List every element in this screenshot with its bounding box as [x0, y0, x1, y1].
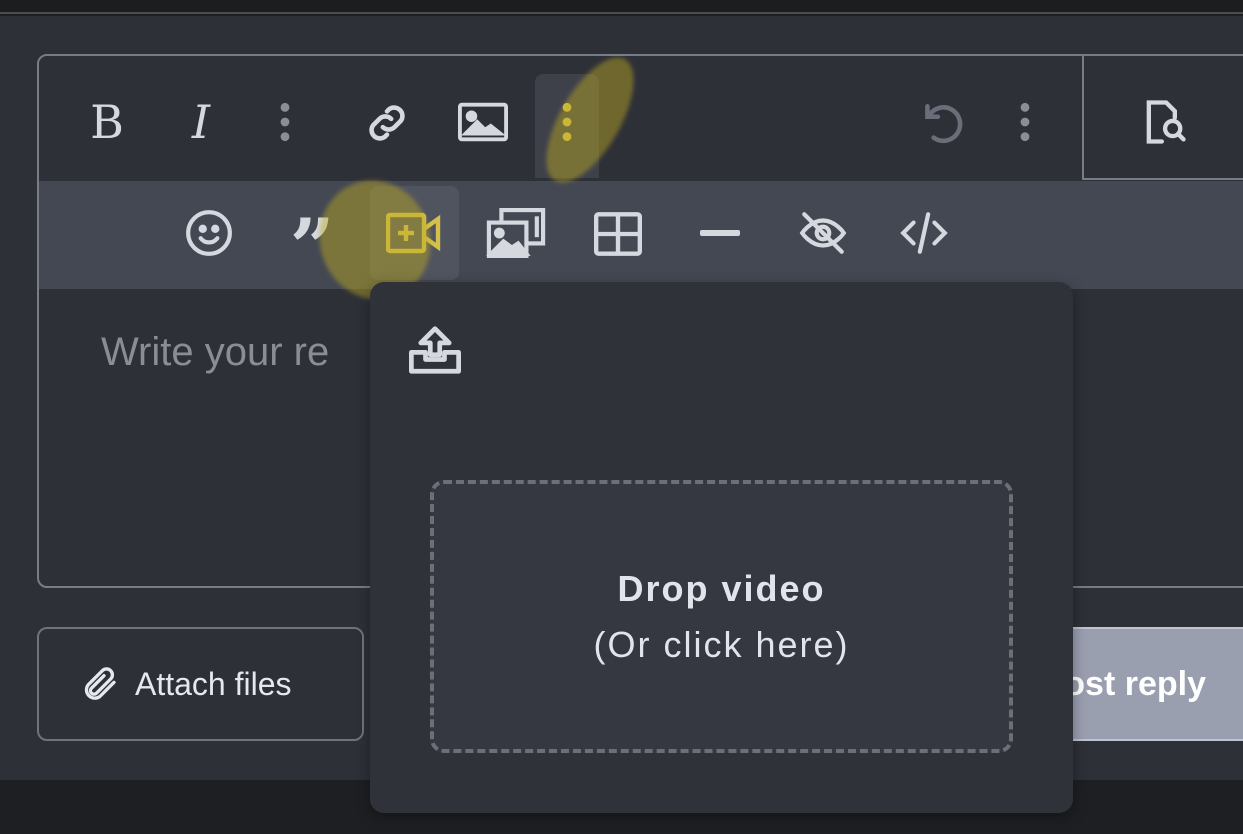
upload-icon[interactable]	[406, 324, 464, 376]
file-search-icon[interactable]	[1136, 96, 1192, 148]
drop-subtitle: (Or click here)	[593, 623, 850, 665]
more-vertical-icon[interactable]	[270, 100, 300, 144]
italic-icon[interactable]: I	[182, 95, 220, 149]
link-icon[interactable]	[362, 98, 412, 148]
attach-files-button[interactable]: Attach files	[37, 627, 364, 741]
horizontal-rule-icon[interactable]	[700, 230, 740, 236]
top-bar	[0, 0, 1243, 14]
video-drop-zone[interactable]: Drop video (Or click here)	[430, 480, 1013, 753]
gallery-icon[interactable]	[486, 208, 546, 258]
image-icon[interactable]	[458, 102, 508, 142]
reply-textarea[interactable]: Write your re	[101, 330, 329, 375]
table-icon[interactable]	[594, 212, 642, 256]
paperclip-icon	[79, 662, 119, 706]
emoji-icon[interactable]	[184, 208, 234, 258]
bold-icon[interactable]: B	[86, 95, 128, 149]
eye-off-icon[interactable]	[794, 208, 852, 258]
video-upload-popup: Drop video (Or click here)	[370, 282, 1073, 813]
drop-title: Drop video	[617, 567, 826, 609]
attach-files-label: Attach files	[135, 665, 292, 702]
code-icon[interactable]	[896, 208, 952, 258]
more-vertical-icon[interactable]	[1010, 100, 1040, 144]
undo-icon[interactable]	[916, 98, 968, 148]
